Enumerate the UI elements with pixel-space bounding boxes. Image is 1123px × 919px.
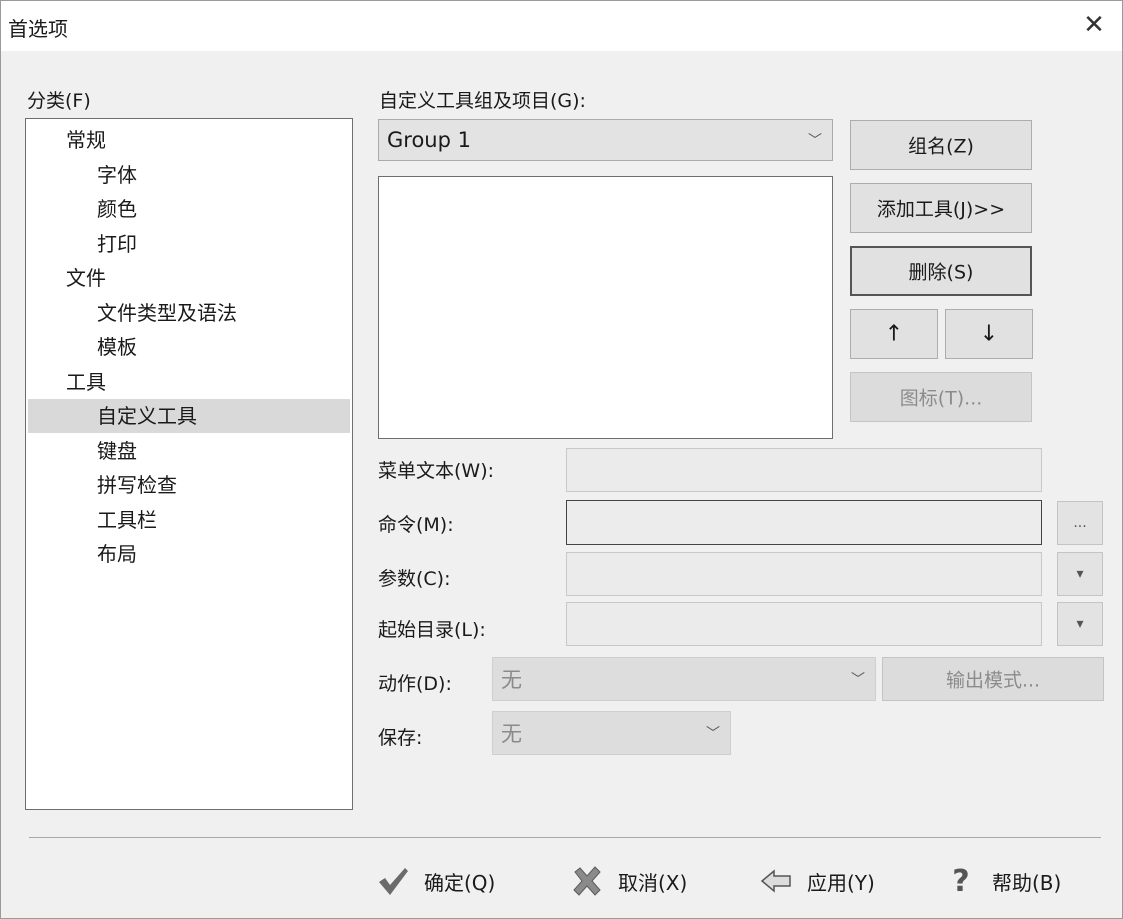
- command-label: 命令(M):: [378, 514, 454, 536]
- start-dir-label: 起始目录(L):: [378, 619, 486, 641]
- cancel-button[interactable]: 取消(X): [570, 853, 687, 909]
- checkmark-icon: [376, 864, 410, 898]
- tree-item-font[interactable]: 字体: [97, 158, 137, 192]
- menu-text-label: 菜单文本(W):: [378, 460, 495, 482]
- title-bar: 首选项 ✕: [1, 1, 1122, 51]
- args-input[interactable]: [566, 552, 1042, 596]
- left-arrow-icon: [759, 864, 793, 898]
- tree-item-layout[interactable]: 布局: [97, 537, 137, 571]
- args-menu-button[interactable]: ▾: [1057, 552, 1103, 596]
- cross-icon: [570, 864, 604, 898]
- window-title: 首选项: [8, 17, 68, 41]
- tree-item-keyboard[interactable]: 键盘: [97, 434, 137, 468]
- save-select[interactable]: 无 ﹀: [492, 711, 731, 755]
- move-up-button[interactable]: ↑: [850, 309, 938, 359]
- icon-button[interactable]: 图标(T)...: [850, 372, 1032, 422]
- chevron-down-icon: ▾: [1076, 566, 1084, 582]
- start-dir-menu-button[interactable]: ▾: [1057, 602, 1103, 646]
- command-input[interactable]: [566, 500, 1042, 545]
- cancel-label: 取消(X): [618, 870, 688, 895]
- footer-divider: [29, 837, 1101, 838]
- tree-item-file-types[interactable]: 文件类型及语法: [97, 296, 237, 330]
- tree-item-spellcheck[interactable]: 拼写检查: [97, 468, 177, 502]
- tool-group-label: 自定义工具组及项目(G):: [379, 90, 586, 112]
- action-label: 动作(D):: [378, 673, 452, 695]
- group-select-value: Group 1: [387, 128, 471, 152]
- save-label: 保存:: [378, 727, 423, 749]
- tool-items-list[interactable]: [378, 176, 833, 439]
- tree-item-custom-tools[interactable]: 自定义工具: [28, 399, 350, 433]
- chevron-down-icon: ﹀: [808, 133, 822, 149]
- question-icon: ?: [952, 863, 970, 899]
- output-mode-button[interactable]: 输出模式...: [882, 657, 1104, 701]
- tree-item-print[interactable]: 打印: [97, 227, 137, 261]
- apply-label: 应用(Y): [807, 870, 875, 895]
- chevron-down-icon: ﹀: [706, 726, 720, 742]
- category-label: 分类(F): [27, 90, 91, 112]
- delete-button[interactable]: 删除(S): [850, 246, 1032, 296]
- action-select[interactable]: 无 ﹀: [492, 657, 876, 701]
- save-select-value: 无: [501, 722, 522, 746]
- ok-label: 确定(Q): [424, 870, 496, 895]
- tree-item-file[interactable]: 文件: [66, 261, 106, 295]
- group-select[interactable]: Group 1 ﹀: [378, 119, 833, 161]
- help-label: 帮助(B): [992, 870, 1062, 895]
- apply-button[interactable]: 应用(Y): [759, 853, 875, 909]
- chevron-down-icon: ﹀: [851, 672, 865, 688]
- category-tree[interactable]: 常规 字体 颜色 打印 文件 文件类型及语法 模板 工具 自定义工具 键盘 拼写…: [25, 118, 353, 810]
- command-browse-button[interactable]: ...: [1057, 501, 1103, 545]
- preferences-dialog: 首选项 ✕ 分类(F) 常规 字体 颜色 打印 文件 文件类型及语法 模板 工具…: [0, 0, 1123, 919]
- close-icon[interactable]: ✕: [1078, 9, 1110, 41]
- start-dir-input[interactable]: [566, 602, 1042, 646]
- move-down-button[interactable]: ↓: [945, 309, 1033, 359]
- ok-button[interactable]: 确定(Q): [376, 853, 495, 909]
- tree-item-toolbar[interactable]: 工具栏: [97, 503, 157, 537]
- help-button[interactable]: ? 帮助(B): [944, 853, 1061, 909]
- tree-item-templates[interactable]: 模板: [97, 330, 137, 364]
- tree-item-color[interactable]: 颜色: [97, 192, 137, 226]
- action-select-value: 无: [501, 668, 522, 692]
- tree-item-tools[interactable]: 工具: [66, 365, 106, 399]
- chevron-down-icon: ▾: [1076, 616, 1084, 632]
- args-label: 参数(C):: [378, 568, 451, 590]
- menu-text-input[interactable]: [566, 448, 1042, 492]
- tree-item-general[interactable]: 常规: [66, 123, 106, 157]
- group-name-button[interactable]: 组名(Z): [850, 120, 1032, 170]
- add-tool-button[interactable]: 添加工具(J)>>: [850, 183, 1032, 233]
